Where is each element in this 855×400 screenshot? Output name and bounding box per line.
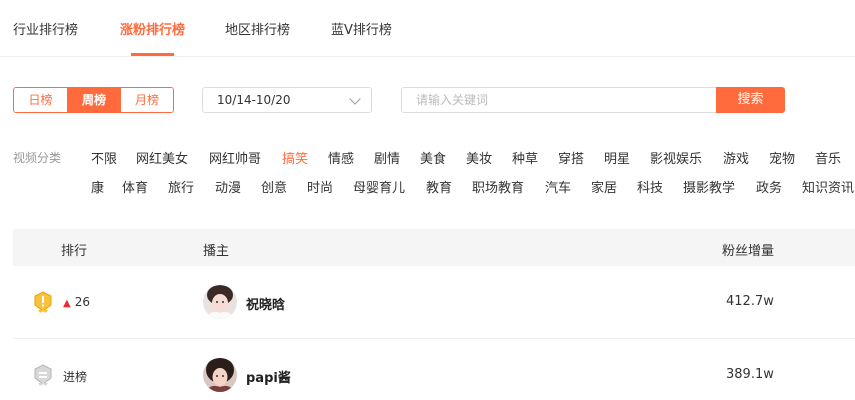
date-range-value: 10/14-10/20 (217, 93, 291, 107)
active-tab-underline (131, 53, 174, 56)
host-column-header: 播主 (203, 244, 230, 259)
chevron-down-icon (349, 93, 361, 105)
category-item[interactable]: 美食 (420, 148, 446, 167)
category-item[interactable]: 穿搭 (558, 148, 584, 167)
gold-medal-icon (34, 291, 52, 313)
rank-column-header: 排行 (61, 244, 88, 259)
avatar[interactable] (203, 285, 237, 319)
date-range-select[interactable]: 10/14-10/20 (202, 87, 372, 113)
category-item[interactable]: 汽车 (545, 177, 571, 196)
search-button[interactable]: 搜索 (716, 87, 785, 113)
tab-bluev-ranking[interactable]: 蓝V排行榜 (331, 19, 392, 38)
category-item[interactable]: 政务 (756, 177, 782, 196)
tab-fans-growth-ranking[interactable]: 涨粉排行榜 (120, 19, 185, 38)
category-item[interactable]: 明星 (604, 148, 630, 167)
period-month-button[interactable]: 月榜 (120, 88, 173, 112)
category-item[interactable]: 知识资讯 (802, 177, 854, 196)
fans-increase: 412.7w (726, 294, 774, 309)
rank-up-arrow-icon: ▲ (63, 298, 71, 309)
period-day-button[interactable]: 日榜 (14, 88, 67, 112)
category-item[interactable]: 教育 (426, 177, 452, 196)
category-item[interactable]: 种草 (512, 148, 538, 167)
avatar[interactable] (203, 358, 237, 392)
category-label: 视频分类 (13, 151, 62, 165)
rank-change: 进榜 (63, 370, 88, 384)
category-item[interactable]: 美妆 (466, 148, 492, 167)
search-input[interactable] (401, 87, 717, 113)
rank-change-value: 26 (74, 295, 90, 309)
ranking-tabs: 行业排行榜 涨粉排行榜 地区排行榜 蓝V排行榜 (0, 0, 855, 57)
category-item[interactable]: 影视娱乐 (650, 148, 702, 167)
table-row[interactable]: 进榜 papi酱 389.1w (13, 339, 855, 400)
category-item[interactable]: 网红美女 (136, 148, 188, 167)
category-item[interactable]: 不限 (91, 148, 117, 167)
category-item[interactable]: 创意 (261, 177, 287, 196)
category-item[interactable]: 游戏 (723, 148, 749, 167)
period-week-button[interactable]: 周榜 (67, 88, 120, 112)
category-item[interactable]: 动漫 (215, 177, 241, 196)
silver-medal-icon (34, 364, 52, 386)
category-item[interactable]: 母婴育儿 (353, 177, 405, 196)
category-item[interactable]: 时尚 (307, 177, 333, 196)
fans-column-header: 粉丝增量 (722, 244, 775, 259)
fans-increase: 389.1w (726, 367, 774, 382)
host-name[interactable]: 祝晓晗 (246, 294, 285, 313)
category-item[interactable]: 摄影教学 (683, 177, 735, 196)
rank-change: ▲ 26 (63, 295, 90, 309)
category-item[interactable]: 网红帅哥 (209, 148, 261, 167)
period-toggle: 日榜 周榜 月榜 (13, 87, 174, 113)
category-item[interactable]: 家居 (591, 177, 617, 196)
tab-industry-ranking[interactable]: 行业排行榜 (13, 19, 78, 38)
table-row[interactable]: ▲ 26 祝晓晗 412.7w (13, 266, 855, 339)
category-item[interactable]: 宠物 (769, 148, 795, 167)
category-item-selected[interactable]: 搞笑 (282, 148, 308, 167)
table-header: 排行 播主 粉丝增量 (13, 229, 855, 266)
category-item[interactable]: 康 (91, 177, 104, 196)
category-item[interactable]: 体育 (122, 177, 148, 196)
category-item[interactable]: 音乐 (815, 148, 841, 167)
host-name[interactable]: papi酱 (246, 367, 291, 386)
category-item[interactable]: 旅行 (168, 177, 194, 196)
category-item[interactable]: 剧情 (374, 148, 400, 167)
tab-region-ranking[interactable]: 地区排行榜 (225, 19, 290, 38)
category-item[interactable]: 情感 (328, 148, 354, 167)
category-item[interactable]: 科技 (637, 177, 663, 196)
category-item[interactable]: 职场教育 (472, 177, 524, 196)
